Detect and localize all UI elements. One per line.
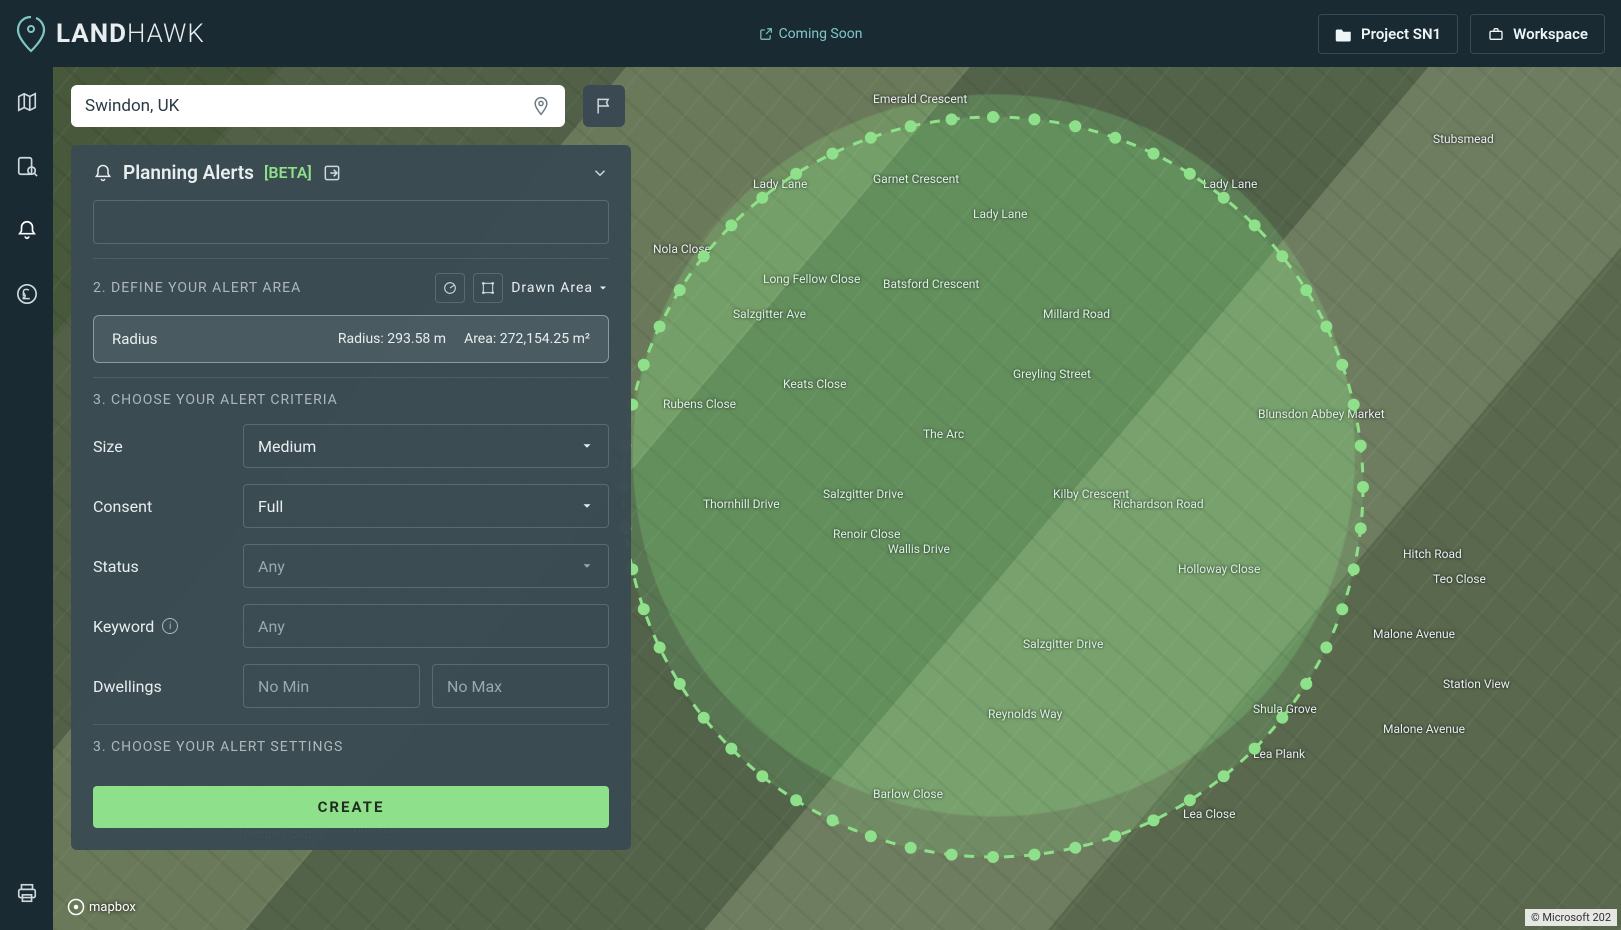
consent-label: Consent (93, 497, 243, 516)
mapbox-attribution: mapbox (67, 898, 136, 916)
imagery-credit: © Microsoft 202 (1525, 909, 1617, 926)
section-criteria: 3. CHOOSE YOUR ALERT CRITERIA (93, 392, 609, 408)
panel-header[interactable]: Planning Alerts [BETA] (71, 145, 631, 200)
open-external-icon[interactable] (322, 163, 342, 183)
rail-map-button[interactable] (10, 85, 44, 119)
chevron-down-icon (580, 439, 594, 453)
area-mode-select[interactable]: Drawn Area (511, 280, 609, 296)
rail-alerts-button[interactable] (10, 213, 44, 247)
briefcase-icon (1487, 26, 1505, 42)
keyword-input-wrap (243, 604, 609, 648)
size-select[interactable]: Medium (243, 424, 609, 468)
polygon-tool-button[interactable] (473, 273, 503, 303)
radius-label: Radius (112, 330, 158, 348)
collapse-icon[interactable] (591, 164, 609, 182)
dwellings-min-input[interactable] (258, 677, 405, 696)
dwellings-label: Dwellings (93, 677, 243, 696)
radius-readout[interactable]: Radius Radius: 293.58 m Area: 272,154.25… (93, 315, 609, 363)
coming-soon-label: Coming Soon (779, 26, 863, 42)
project-button-label: Project SN1 (1361, 25, 1441, 43)
folder-icon (1335, 26, 1353, 42)
consent-select[interactable]: Full (243, 484, 609, 528)
coming-soon-link[interactable]: Coming Soon (759, 26, 863, 42)
external-link-icon (759, 27, 773, 41)
location-search-input[interactable] (85, 96, 531, 116)
pin-icon (531, 94, 551, 118)
radius-tool-button[interactable] (435, 273, 465, 303)
workspace-button[interactable]: Workspace (1470, 14, 1605, 54)
rail-pricing-button[interactable] (10, 277, 44, 311)
top-bar: LANDHAWK Coming Soon Project SN1 Workspa… (0, 0, 1621, 67)
chevron-down-icon (580, 499, 594, 513)
radius-value: Radius: 293.58 m (338, 331, 446, 347)
size-label: Size (93, 437, 243, 456)
bell-icon (93, 163, 113, 183)
project-button[interactable]: Project SN1 (1318, 14, 1458, 54)
rail-print-button[interactable] (10, 876, 44, 910)
status-select[interactable]: Any (243, 544, 609, 588)
chevron-down-icon (597, 282, 609, 294)
landhawk-logo-icon (16, 15, 46, 53)
area-value: Area: 272,154.25 m² (464, 331, 590, 347)
rail-search-layers-button[interactable] (10, 149, 44, 183)
flag-icon (594, 95, 614, 117)
chevron-down-icon (580, 559, 594, 573)
location-search[interactable] (71, 85, 565, 127)
dwellings-max-input[interactable] (447, 677, 594, 696)
create-button[interactable]: CREATE (93, 786, 609, 828)
logo[interactable]: LANDHAWK (16, 15, 205, 53)
section-define-area: 2. DEFINE YOUR ALERT AREA Drawn Area (93, 273, 609, 303)
beta-badge: [BETA] (264, 163, 312, 182)
alert-name-input[interactable] (93, 200, 609, 244)
flag-button[interactable] (583, 85, 625, 127)
section-settings: 3. CHOOSE YOUR ALERT SETTINGS (93, 739, 609, 755)
planning-alerts-panel: Planning Alerts [BETA] 2. DEFINE YOUR AL… (71, 145, 631, 850)
keyword-label: Keyword i (93, 617, 243, 636)
status-label: Status (93, 557, 243, 576)
brand-name: LANDHAWK (56, 19, 205, 49)
mapbox-icon (67, 898, 85, 916)
map-canvas[interactable]: Lady LaneLady LaneLady LaneGarnet Cresce… (53, 67, 1621, 930)
keyword-input[interactable] (258, 617, 594, 636)
info-icon[interactable]: i (162, 618, 178, 634)
workspace-button-label: Workspace (1513, 25, 1588, 43)
side-rail (0, 67, 53, 930)
panel-title: Planning Alerts (123, 161, 254, 184)
